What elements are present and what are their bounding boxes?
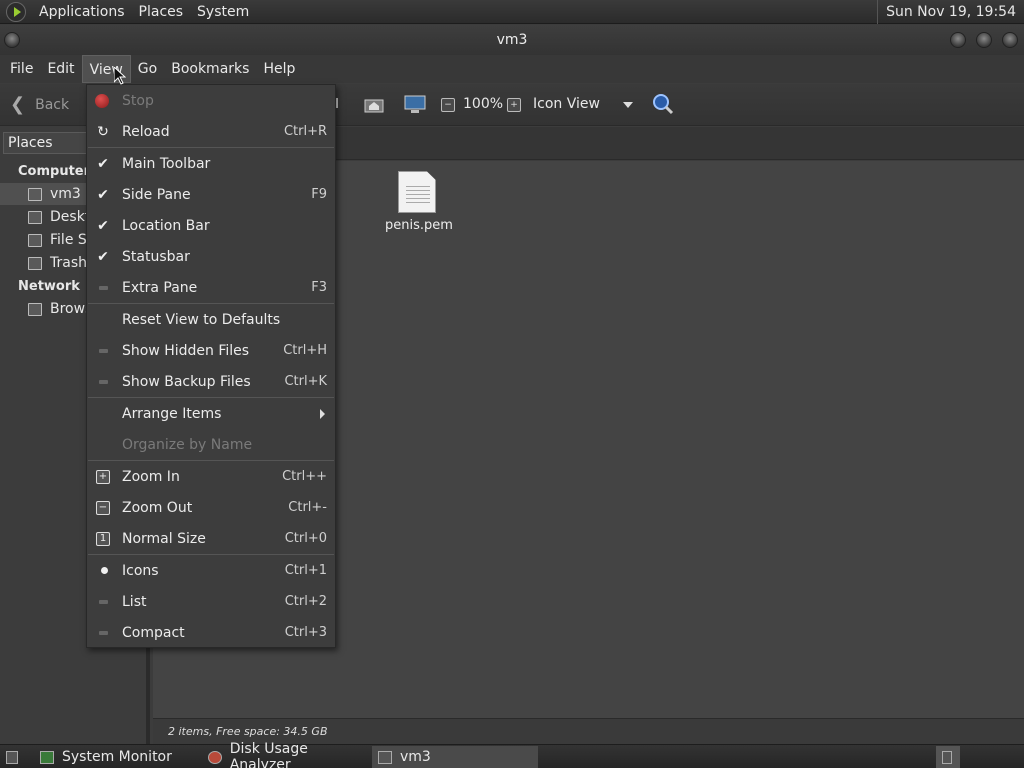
check-icon: ✔ [97,248,109,265]
menu-item-zoom-out[interactable]: − Zoom Out Ctrl+- [87,492,335,523]
trash-icon [28,256,42,270]
menu-item-reset-view[interactable]: Reset View to Defaults [87,304,335,335]
submenu-arrow-icon [320,408,325,419]
maximize-icon[interactable] [976,32,992,48]
menu-file[interactable]: File [3,55,40,83]
menu-item-arrange-items[interactable]: Arrange Items [87,398,335,429]
home-icon[interactable] [364,95,384,113]
chevron-down-icon[interactable] [623,102,633,108]
desktop-icon [28,210,42,224]
window-titlebar[interactable]: vm3 [0,25,1024,55]
menu-item-extra-pane[interactable]: Extra Pane F3 [87,272,335,303]
radio-unselected-icon [99,599,108,604]
window-title: vm3 [496,32,528,48]
check-icon: ✔ [97,155,109,172]
task-label: System Monitor [62,749,172,765]
bottom-taskbar: System Monitor Disk Usage Analyzer vm3 [0,741,1024,768]
minimize-icon[interactable] [950,32,966,48]
menu-item-stop[interactable]: Stop [87,85,335,116]
panel-menu-places[interactable]: Places [132,0,191,24]
menu-edit[interactable]: Edit [40,55,81,83]
task-system-monitor[interactable]: System Monitor [34,746,200,768]
close-icon[interactable] [1002,32,1018,48]
back-label: Back [35,96,70,113]
check-icon: ✔ [97,217,109,234]
radio-selected-icon [101,567,108,574]
menu-item-compact[interactable]: Compact Ctrl+3 [87,617,335,648]
search-icon[interactable] [652,93,674,115]
sidebar-item-label: vm3 [50,186,81,202]
home-folder-icon [378,750,392,764]
top-panel: Applications Places System Sun Nov 19, 1… [0,0,1024,24]
radio-unselected-icon [99,630,108,635]
panel-menu-system[interactable]: System [190,0,256,24]
disk-usage-icon [208,750,222,764]
zoom-level: 100% [463,96,504,112]
section-computer: Computer [18,164,91,179]
menu-item-normal-size[interactable]: 1 Normal Size Ctrl+0 [87,523,335,554]
section-network: Network [18,279,80,294]
panel-menu-applications[interactable]: Applications [32,0,132,24]
view-menu-dropdown: Stop ↻ Reload Ctrl+R ✔ Main Toolbar ✔ Si… [86,84,336,648]
network-icon [28,302,42,316]
drive-icon [28,233,42,247]
back-button[interactable]: ❮ Back [10,94,69,115]
menu-item-reload[interactable]: ↻ Reload Ctrl+R [87,116,335,147]
task-vm3[interactable]: vm3 [372,746,538,768]
view-mode-select[interactable]: Icon View [533,96,600,112]
system-monitor-icon [40,750,54,764]
gnome-foot-icon[interactable] [6,1,26,22]
menu-item-statusbar[interactable]: ✔ Statusbar [87,241,335,272]
mouse-pointer-icon [114,67,126,85]
zoom-out-icon: − [96,500,110,515]
menu-item-location-bar[interactable]: ✔ Location Bar [87,210,335,241]
sidebar-item-label: Deskt [50,209,91,225]
unchecked-icon [99,285,108,290]
home-folder-icon [28,187,42,201]
file-name[interactable]: penis.pem [373,218,465,233]
reload-icon: ↻ [97,123,109,140]
show-desktop-icon[interactable] [0,746,26,768]
sidebar-item-label: Trash [50,255,87,271]
workspace-switcher-icon[interactable] [936,746,960,768]
menu-item-main-toolbar[interactable]: ✔ Main Toolbar [87,148,335,179]
menubar: File Edit View Go Bookmarks Help [0,55,1024,83]
stop-icon [95,93,109,108]
computer-icon[interactable] [404,95,426,113]
task-label: vm3 [400,749,431,765]
zoom-out-icon[interactable]: − [441,98,455,112]
menu-bookmarks[interactable]: Bookmarks [164,55,256,83]
menu-help[interactable]: Help [256,55,302,83]
menu-item-show-backup-files[interactable]: Show Backup Files Ctrl+K [87,366,335,397]
text-file-icon[interactable] [398,171,436,213]
panel-clock[interactable]: Sun Nov 19, 19:54 [877,0,1016,24]
task-label: Disk Usage Analyzer [229,741,308,768]
unchecked-icon [99,379,108,384]
menu-item-side-pane[interactable]: ✔ Side Pane F9 [87,179,335,210]
menu-go[interactable]: Go [131,55,164,83]
window-menu-icon[interactable] [4,32,20,48]
check-icon: ✔ [97,186,109,203]
task-disk-usage-analyzer[interactable]: Disk Usage Analyzer [202,741,370,768]
menu-item-list[interactable]: List Ctrl+2 [87,586,335,617]
zoom-normal-icon: 1 [96,531,110,546]
back-arrow-icon: ❮ [10,94,26,115]
zoom-in-icon: + [96,469,110,484]
menu-item-icons[interactable]: Icons Ctrl+1 [87,555,335,586]
menu-item-organize-by-name[interactable]: Organize by Name [87,429,335,460]
zoom-in-icon[interactable]: + [507,98,521,112]
unchecked-icon [99,348,108,353]
menu-item-show-hidden-files[interactable]: Show Hidden Files Ctrl+H [87,335,335,366]
menu-item-zoom-in[interactable]: + Zoom In Ctrl++ [87,461,335,492]
